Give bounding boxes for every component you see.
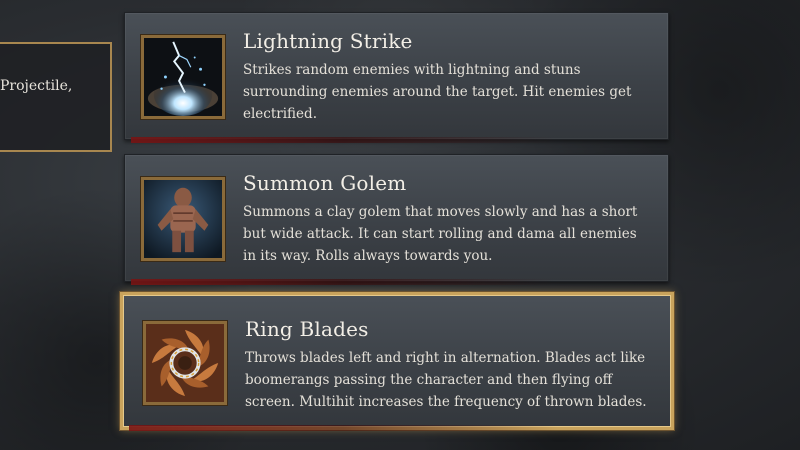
skill-description: Throws blades left and right in alternat… [245,350,647,410]
skill-title: Ring Blades [245,317,369,341]
skill-title: Lightning Strike [243,29,413,53]
skill-card-summon-golem[interactable]: Summon Golem Summons a clay golem that m… [124,154,669,285]
skill-title: Summon Golem [243,171,407,195]
side-card-text-fragment: Projectile, [0,78,73,94]
skill-description: Summons a clay golem that moves slowly a… [243,204,638,264]
lightning-icon [141,35,225,119]
golem-icon [141,177,225,261]
skill-description: Strikes random enemies with lightning an… [243,62,632,122]
side-skill-card-partial[interactable]: Projectile, [0,42,112,152]
skill-card-lightning-strike[interactable]: Lightning Strike Strikes random enemies … [124,12,669,143]
skill-card-ring-blades[interactable]: Ring Blades Throws blades left and right… [120,292,674,431]
ring-blades-icon [143,321,227,405]
